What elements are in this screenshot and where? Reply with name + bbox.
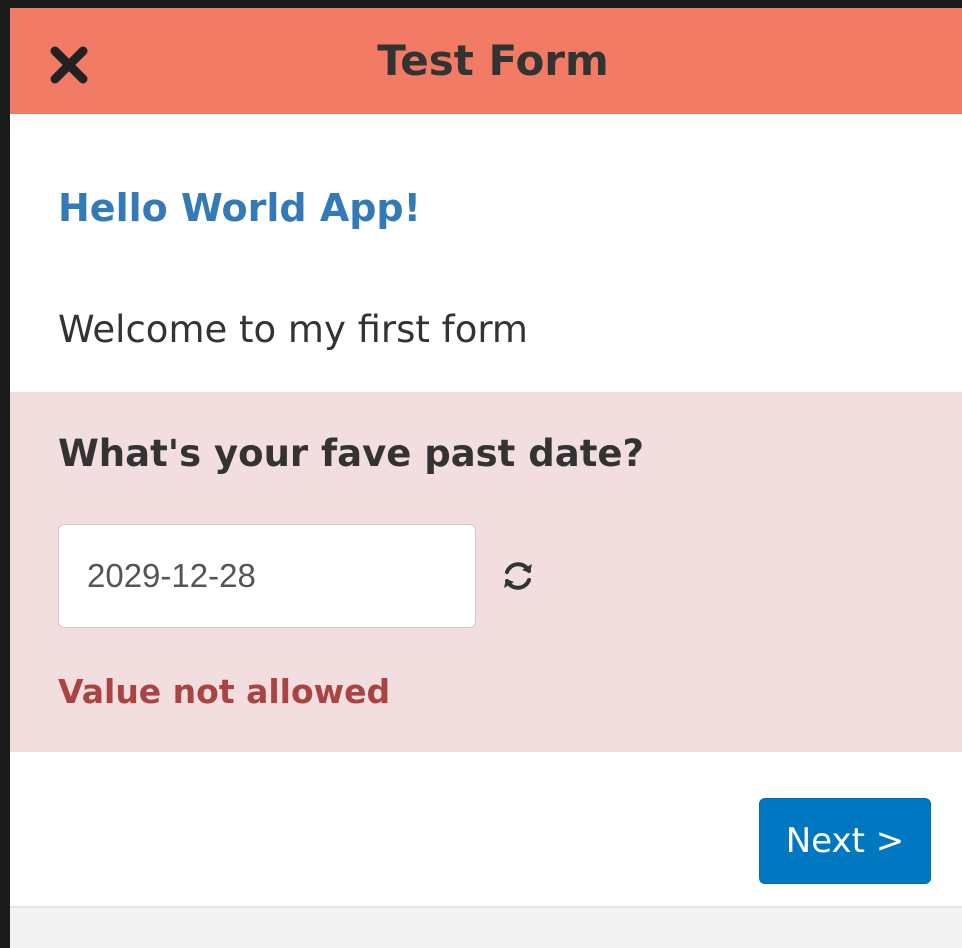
next-button[interactable]: Next > (759, 798, 931, 884)
form-title: Test Form (377, 36, 609, 85)
question-label: What's your fave past date? (58, 432, 644, 475)
date-input[interactable] (58, 524, 476, 628)
welcome-text: Welcome to my first form (58, 308, 528, 351)
validation-error: Value not allowed (58, 672, 391, 711)
app-window: Test Form Hello World App! Welcome to my… (10, 8, 962, 948)
footer-divider (10, 906, 962, 908)
question-group: What's your fave past date? Value not al… (10, 392, 962, 752)
refresh-icon[interactable] (500, 558, 536, 594)
form-content: Hello World App! Welcome to my first for… (10, 114, 962, 906)
form-header: Test Form (10, 8, 962, 114)
app-title: Hello World App! (58, 186, 421, 230)
